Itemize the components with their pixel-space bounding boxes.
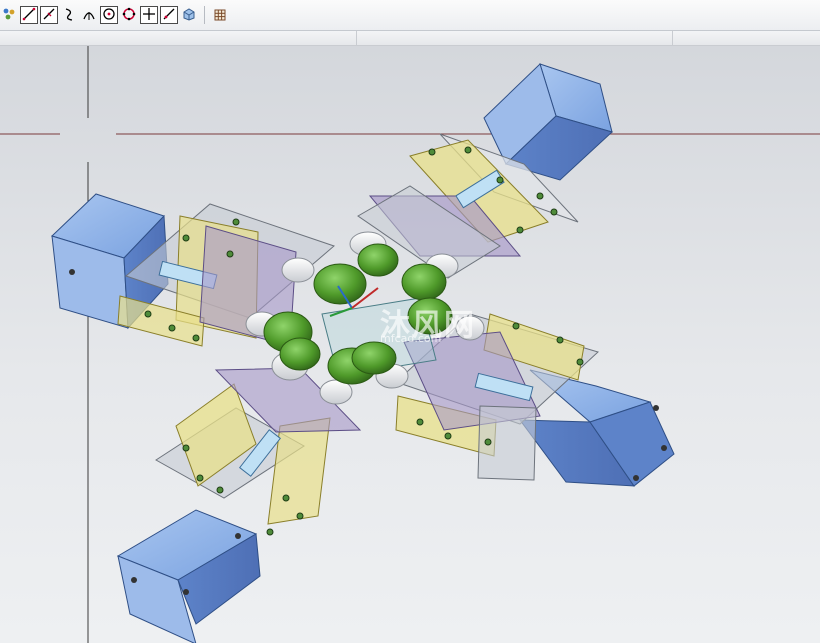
toolbar-divider <box>672 31 673 45</box>
secondary-toolbar <box>0 31 820 46</box>
pipe-elbow-upper-left <box>313 263 367 305</box>
pipe-elbow-bottom-right <box>351 341 397 375</box>
motor-screw-hole <box>653 405 659 411</box>
watermark-url: mfcad.com <box>380 332 442 345</box>
pipe-elbow-lower-left <box>279 337 321 371</box>
motor-screw-hole <box>69 269 75 275</box>
point-cross-tool-icon <box>142 6 156 25</box>
view-cube-icon <box>182 6 196 25</box>
motor-screw-hole <box>235 533 241 539</box>
line-tool-button[interactable] <box>20 6 38 24</box>
pipe-elbow-upper <box>357 243 399 277</box>
tangent-line-tool-button[interactable] <box>160 6 178 24</box>
motor-screw-hole <box>131 577 137 583</box>
line-at-angle-tool-button[interactable] <box>40 6 58 24</box>
toolbar <box>0 0 820 31</box>
graphics-viewport[interactable]: 沐风网 mfcad.com <box>0 46 820 643</box>
curve-tool-icon <box>62 6 76 25</box>
arc-tool-button[interactable] <box>80 6 98 24</box>
line-at-angle-tool-icon <box>42 6 56 25</box>
line-tool-icon <box>22 6 36 25</box>
grid-table-button[interactable] <box>211 6 229 24</box>
snap-settings-button[interactable] <box>0 6 18 24</box>
pipe-elbow-upper-right <box>401 263 447 301</box>
arc-tool-icon <box>82 6 96 25</box>
motor-screw-hole <box>183 589 189 595</box>
circle-snap-tool-button[interactable] <box>120 6 138 24</box>
snap-settings-icon <box>2 6 16 25</box>
circle-snap-tool-icon <box>122 6 136 25</box>
tool-group <box>0 6 229 24</box>
view-cube-button[interactable] <box>180 6 198 24</box>
curve-tool-button[interactable] <box>60 6 78 24</box>
motor-screw-hole <box>633 475 639 481</box>
circle-center-tool-button[interactable] <box>100 6 118 24</box>
point-cross-tool-button[interactable] <box>140 6 158 24</box>
motor-screw-hole <box>661 445 667 451</box>
grid-table-icon <box>214 6 226 25</box>
tangent-line-tool-icon <box>162 6 176 25</box>
pipe-straight-left <box>281 257 315 283</box>
toolbar-divider <box>356 31 357 45</box>
circle-center-tool-icon <box>102 6 116 25</box>
toolbar-separator <box>204 6 205 24</box>
motor-lower-left[interactable] <box>116 509 261 643</box>
